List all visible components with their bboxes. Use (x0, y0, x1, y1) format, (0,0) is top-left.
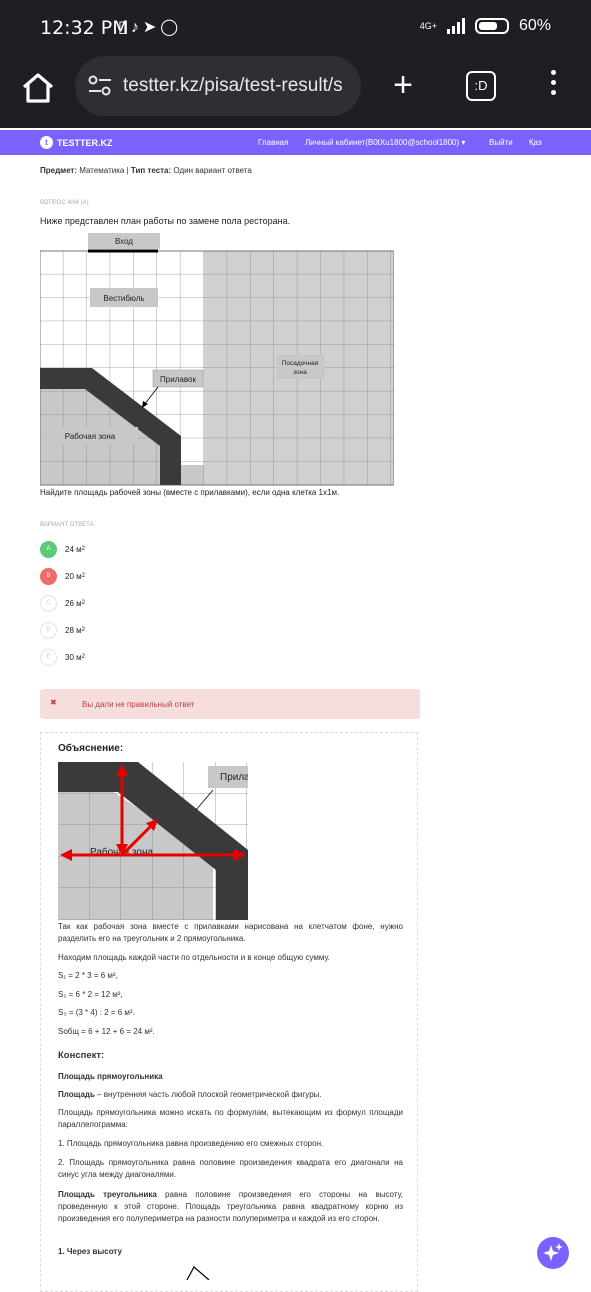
nav-home[interactable]: Главная (258, 138, 288, 147)
label-seating-2: зона (293, 369, 307, 376)
site-navbar: t TESTTER.KZ Главная Личный кабинет(B0tX… (0, 130, 591, 155)
answer-text: 24 м (65, 544, 82, 554)
answer-letter: C (40, 594, 57, 612)
explanation-paragraph: Находим площадь каждой части по отдельно… (58, 953, 330, 962)
answer-letter: B (40, 567, 57, 585)
definition-text: – внутренняя часть любой плоской геометр… (94, 1090, 322, 1099)
explanation-paragraph: 2. Площадь прямоугольника равна половине… (58, 1158, 403, 1179)
label-seating-1: Посадочная (282, 360, 319, 367)
nav-logout[interactable]: Выйти (489, 138, 513, 147)
type-label: Тип теста: (130, 166, 172, 175)
answer-option-c[interactable]: C 26 м2 (40, 594, 85, 612)
answer-text: 30 м (65, 652, 82, 662)
nav-cabinet[interactable]: Личный кабинет(B0tXu1800@school1800) ▾ (305, 138, 465, 147)
tiktok-icon: ♪ (130, 19, 143, 36)
explanation-paragraph: Так как рабочая зона вместе с прилавками… (58, 922, 403, 943)
notification-icons: ▯♪➤◯ (118, 17, 182, 37)
logo-text: TESTTER.KZ (57, 137, 113, 148)
answer-letter: A (40, 540, 57, 558)
sparkle-icon (543, 1243, 563, 1261)
answer-letter: E (40, 648, 57, 666)
subject-value: Математика (79, 166, 125, 175)
label-counter: Прилавок (160, 375, 196, 384)
result-alert: ✖ Вы дали не правильный ответ (40, 689, 420, 719)
label-counter-crop: Прила (220, 772, 248, 783)
konspekt-title: Конспект: (58, 1050, 105, 1061)
status-right: 4G+ 60% (420, 17, 551, 35)
status-bar: 12:32 PM ▯♪➤◯ 4G+ 60% (0, 0, 591, 56)
status-time: 12:32 PM (40, 17, 129, 39)
triangle-figure-partial (186, 1266, 210, 1280)
formula-s2: S₂ = 6 * 2 = 12 м², (58, 990, 123, 999)
definition-term: Площадь (58, 1090, 95, 1099)
tab-switcher-icon[interactable]: :D (466, 71, 496, 101)
telegram-icon: ➤ (142, 19, 161, 36)
answer-text: 26 м (65, 598, 82, 608)
battery-icon (474, 18, 509, 34)
logo-icon: t (40, 136, 53, 149)
label-entrance: Вход (115, 237, 133, 246)
section-heading: 1. Через высоту (58, 1247, 122, 1256)
network-label: 4G+ (419, 21, 437, 31)
whatsapp-icon: ◯ (160, 19, 183, 36)
type-value: Один вариант ответа (173, 166, 252, 175)
question-text: Ниже представлен план работы по замене п… (40, 216, 291, 226)
answer-option-a[interactable]: A 24 м2 (40, 540, 85, 558)
subject-label: Предмет: (40, 166, 78, 175)
vibrate-icon: ▯ (118, 19, 131, 36)
answer-text: 28 м (65, 625, 82, 635)
battery-level: 60% (518, 17, 551, 34)
answer-option-d[interactable]: D 28 м2 (40, 621, 85, 639)
new-tab-icon[interactable]: + (386, 68, 420, 102)
test-meta: Предмет: Математика | Тип теста: Один ва… (40, 166, 252, 175)
nav-language[interactable]: Қаз (529, 138, 542, 147)
signal-icon (446, 18, 465, 34)
explanation-paragraph: 1. Площадь прямоугольника равна произвед… (58, 1139, 324, 1148)
answer-letter: D (40, 621, 57, 639)
formula-total: Sобщ = 6 + 12 + 6 = 24 м². (58, 1027, 155, 1036)
site-logo[interactable]: t TESTTER.KZ (40, 136, 113, 149)
answers-label: ВАРИАНТ ОТВЕТА (40, 522, 94, 528)
url-text[interactable]: testter.kz/pisa/test-result/s (123, 75, 353, 97)
answer-option-b[interactable]: B 20 м2 (40, 567, 85, 585)
ai-assistant-button[interactable] (537, 1237, 569, 1269)
section-heading: Площадь прямоугольника (58, 1072, 163, 1081)
floor-plan-image: Вход Вестибюль Прилавок Посадочная зона … (40, 233, 394, 486)
formula-s1: S₁ = 2 * 3 = 6 м², (58, 971, 118, 980)
explanation-title: Объяснение: (58, 743, 124, 754)
label-work-zone: Рабочая зона (65, 432, 116, 441)
site-settings-icon[interactable] (87, 74, 113, 98)
question-number: ВОПРОС 4/84 (A) (40, 200, 89, 206)
explanation-paragraph: Площадь прямоугольника можно искать по ф… (58, 1108, 403, 1129)
triangle-paragraph: Площадь треугольника равна половине прои… (58, 1189, 403, 1225)
browser-menu-icon[interactable] (548, 70, 558, 102)
home-icon[interactable] (20, 70, 56, 106)
label-lobby: Вестибюль (103, 294, 144, 303)
triangle-term: Площадь треугольника (58, 1190, 157, 1199)
answer-text: 20 м (65, 571, 82, 581)
explanation-image: Прила Рабочая зона (58, 762, 248, 920)
error-icon: ✖ (50, 698, 57, 707)
formula-s3: S₃ = (3 * 4) : 2 = 6 м². (58, 1008, 135, 1017)
browser-toolbar: testter.kz/pisa/test-result/s + :D (0, 56, 591, 128)
address-bar[interactable]: testter.kz/pisa/test-result/s (75, 56, 361, 116)
answer-option-e[interactable]: E 30 м2 (40, 648, 85, 666)
question-prompt: Найдите площадь рабочей зоны (вместе с п… (40, 488, 340, 497)
result-text: Вы дали не правильный ответ (82, 700, 195, 709)
definition: Площадь – внутренняя часть любой плоской… (58, 1089, 403, 1101)
